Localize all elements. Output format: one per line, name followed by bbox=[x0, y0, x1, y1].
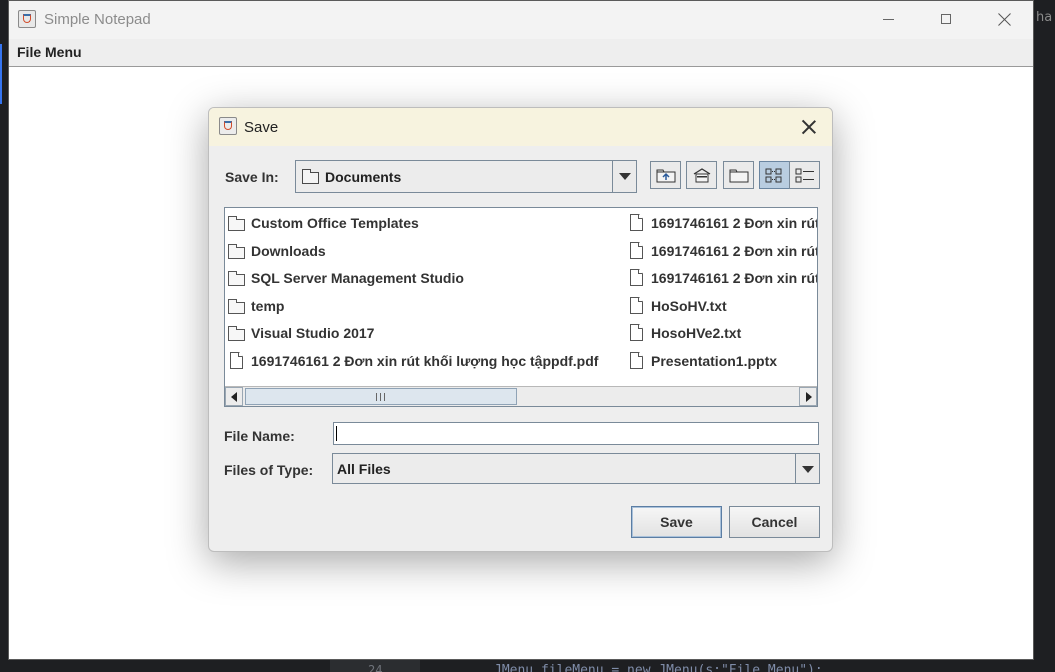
java-dialog-icon bbox=[219, 117, 237, 135]
folder-icon bbox=[228, 244, 245, 259]
list-item[interactable]: temp bbox=[225, 294, 625, 316]
dialog-titlebar: Save bbox=[209, 108, 832, 146]
file-name: HoSoHV.txt bbox=[651, 298, 727, 314]
up-one-level-icon bbox=[656, 169, 676, 183]
dialog-close-icon[interactable] bbox=[801, 118, 817, 134]
save-in-value: Documents bbox=[325, 169, 402, 185]
home-button[interactable] bbox=[686, 161, 717, 189]
file-name-input[interactable] bbox=[333, 422, 819, 445]
save-dialog: Save Save In: Documents Custom Office Te… bbox=[208, 107, 833, 552]
notepad-titlebar: Simple Notepad bbox=[9, 1, 1033, 39]
files-of-type-label: Files of Type: bbox=[224, 462, 314, 478]
file-name: Visual Studio 2017 bbox=[251, 325, 375, 341]
folder-icon bbox=[228, 326, 245, 341]
new-folder-button[interactable] bbox=[723, 161, 754, 189]
list-item[interactable]: Downloads bbox=[225, 239, 625, 261]
close-window-button[interactable] bbox=[975, 1, 1033, 39]
file-name: Downloads bbox=[251, 243, 326, 259]
file-name: 1691746161 2 Đơn xin rút bbox=[651, 270, 818, 286]
file-name: Presentation1.pptx bbox=[651, 353, 778, 369]
details-view-button[interactable] bbox=[789, 161, 820, 189]
ide-left-edge bbox=[0, 0, 8, 660]
file-icon bbox=[630, 352, 643, 369]
horizontal-scrollbar[interactable] bbox=[225, 386, 817, 406]
file-name: 1691746161 2 Đơn xin rút khối lượng học … bbox=[251, 353, 599, 369]
list-item[interactable]: SQL Server Management Studio bbox=[225, 266, 625, 288]
file-name: temp bbox=[251, 298, 285, 314]
chevron-down-icon[interactable] bbox=[612, 161, 636, 192]
list-view-icon bbox=[765, 168, 782, 183]
list-item[interactable]: 1691746161 2 Đơn xin rút khối lượng học … bbox=[225, 349, 625, 371]
save-button[interactable]: Save bbox=[631, 506, 722, 538]
file-name: 1691746161 2 Đơn xin rút bbox=[651, 215, 818, 231]
list-item[interactable]: 1691746161 2 Đơn xin rút bbox=[625, 266, 818, 288]
list-item[interactable]: 1691746161 2 Đơn xin rút bbox=[625, 211, 818, 233]
file-name: Custom Office Templates bbox=[251, 215, 419, 231]
file-icon bbox=[630, 269, 643, 286]
files-of-type-value: All Files bbox=[337, 461, 391, 477]
ide-tab-fragment: ha bbox=[1036, 10, 1053, 25]
maximize-icon bbox=[941, 14, 951, 24]
menu-bar: File Menu bbox=[9, 39, 1033, 67]
file-icon bbox=[630, 324, 643, 341]
folder-icon bbox=[228, 216, 245, 231]
file-icon bbox=[230, 352, 243, 369]
ide-left-accent bbox=[0, 44, 2, 104]
home-icon bbox=[693, 168, 711, 183]
cancel-button[interactable]: Cancel bbox=[729, 506, 820, 538]
save-in-combobox[interactable]: Documents bbox=[295, 160, 637, 193]
file-icon bbox=[630, 297, 643, 314]
file-name-label: File Name: bbox=[224, 428, 295, 444]
up-one-level-button[interactable] bbox=[650, 161, 681, 189]
minimize-icon bbox=[883, 19, 894, 20]
scrollbar-thumb[interactable] bbox=[245, 388, 517, 405]
list-item[interactable]: Presentation1.pptx bbox=[625, 349, 817, 371]
menu-file[interactable]: File Menu bbox=[17, 44, 82, 60]
file-icon bbox=[630, 214, 643, 231]
ide-line-number: 24 bbox=[368, 663, 383, 672]
save-in-label: Save In: bbox=[225, 169, 279, 185]
folder-icon bbox=[228, 299, 245, 314]
maximize-button[interactable] bbox=[917, 1, 975, 39]
text-caret bbox=[336, 426, 337, 441]
folder-icon bbox=[228, 271, 245, 286]
file-name: SQL Server Management Studio bbox=[251, 270, 464, 286]
ide-code-strip: 24 JMenu fileMenu = new JMenu(s:"File Me… bbox=[0, 660, 1055, 672]
files-of-type-combobox[interactable]: All Files bbox=[332, 453, 820, 484]
file-list[interactable]: Custom Office Templates Downloads SQL Se… bbox=[224, 207, 818, 407]
details-view-icon bbox=[795, 168, 814, 183]
scroll-left-arrow-icon[interactable] bbox=[225, 387, 243, 406]
list-item[interactable]: HoSoHV.txt bbox=[625, 294, 817, 316]
file-icon bbox=[630, 242, 643, 259]
list-item[interactable]: Visual Studio 2017 bbox=[225, 321, 625, 343]
list-item[interactable]: Custom Office Templates bbox=[225, 211, 625, 233]
file-name: HosoHVe2.txt bbox=[651, 325, 742, 341]
close-icon bbox=[997, 11, 1013, 27]
window-title: Simple Notepad bbox=[44, 11, 151, 28]
list-item[interactable]: HosoHVe2.txt bbox=[625, 321, 817, 343]
minimize-button[interactable] bbox=[859, 1, 917, 39]
grip-icon bbox=[376, 393, 385, 401]
scroll-right-arrow-icon[interactable] bbox=[799, 387, 817, 406]
dialog-title: Save bbox=[244, 119, 279, 136]
file-name: 1691746161 2 Đơn xin rút bbox=[651, 243, 818, 259]
ide-code-line: JMenu fileMenu = new JMenu(s:"File Menu"… bbox=[494, 663, 823, 672]
new-folder-icon bbox=[729, 169, 749, 183]
list-view-button[interactable] bbox=[759, 161, 790, 189]
folder-icon bbox=[302, 169, 319, 184]
chevron-down-icon[interactable] bbox=[795, 454, 819, 483]
list-item[interactable]: 1691746161 2 Đơn xin rút bbox=[625, 239, 818, 261]
java-app-icon bbox=[18, 10, 36, 28]
